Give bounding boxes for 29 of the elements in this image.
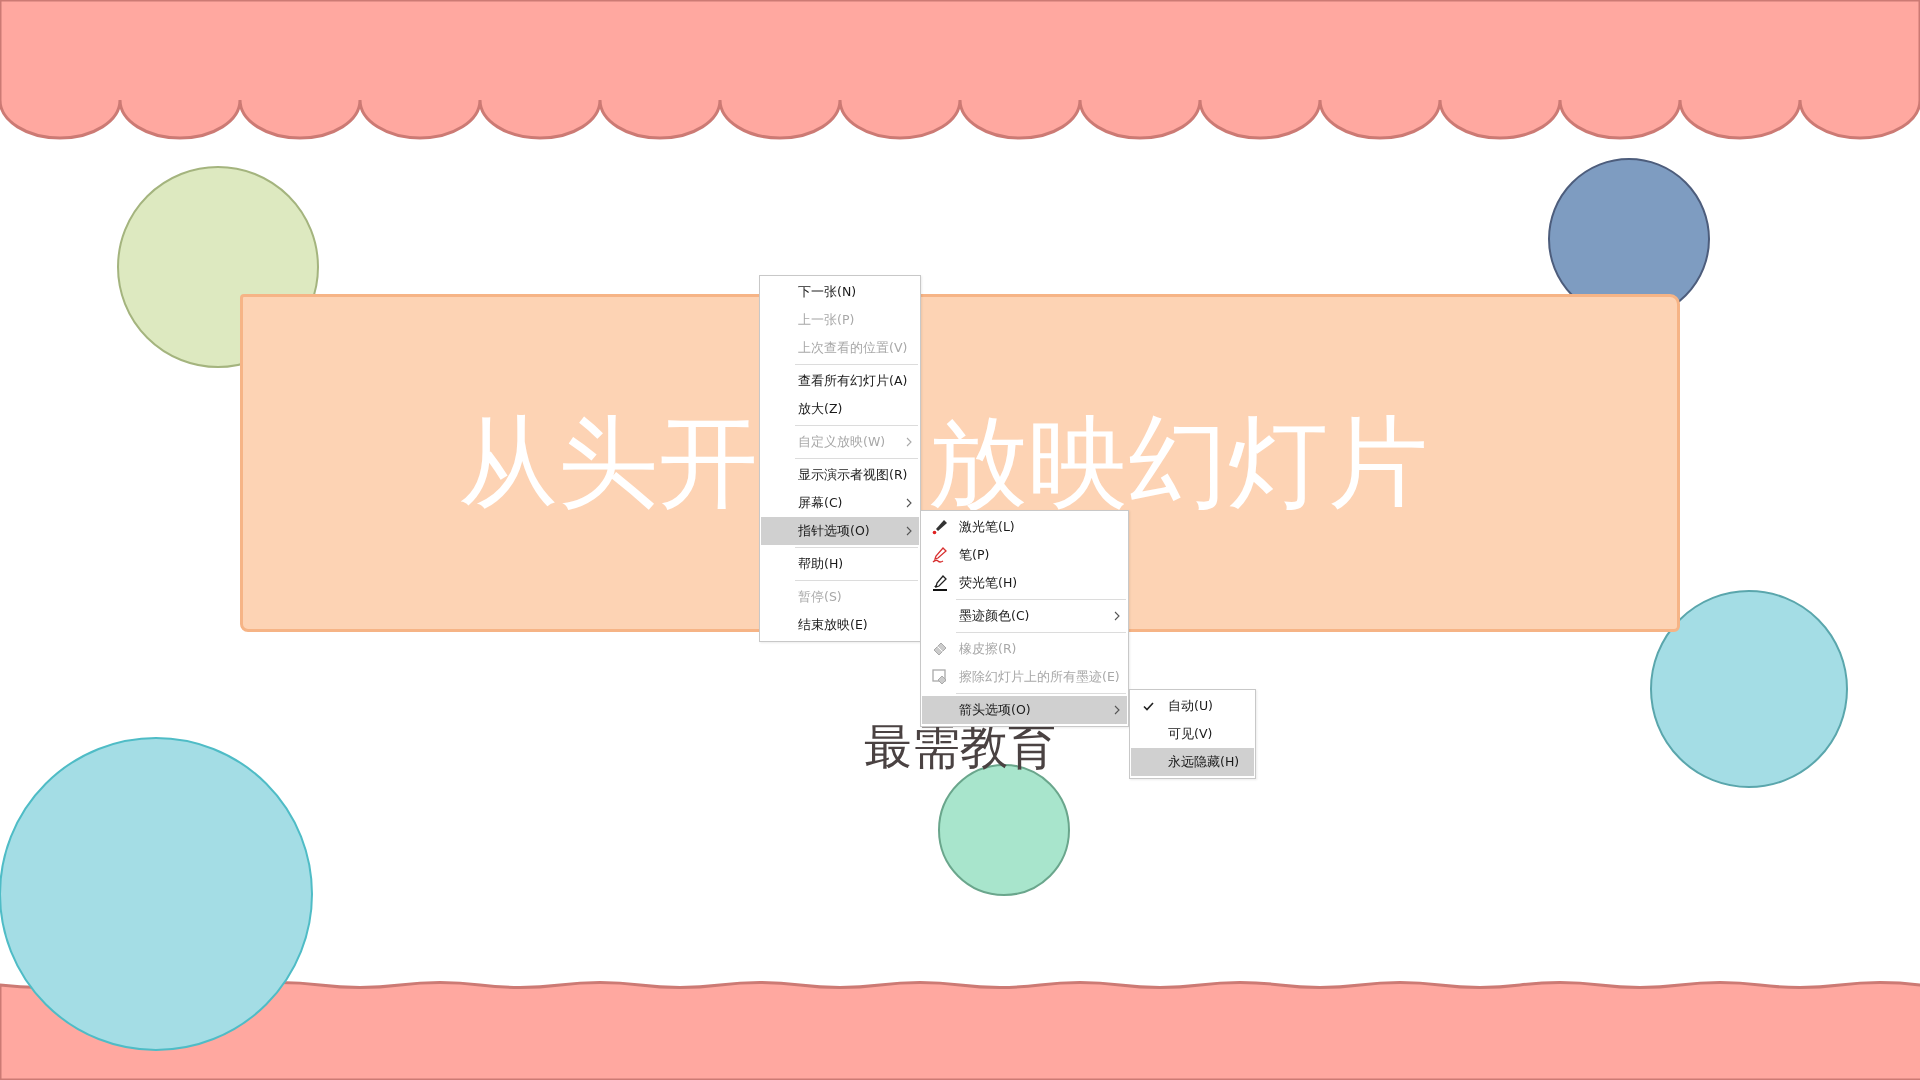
menu-item[interactable]: 屏幕(C) [761, 489, 919, 517]
pen-icon [932, 547, 948, 563]
chevron-right-icon [906, 498, 912, 508]
chevron-right-icon [906, 437, 912, 447]
check-icon [1143, 702, 1154, 711]
slide-title: 从头开 [458, 413, 758, 513]
highlighter-icon [932, 575, 948, 591]
menu-item[interactable]: 墨迹颜色(C) [922, 602, 1127, 630]
chevron-right-icon [1114, 611, 1120, 621]
menu-item[interactable]: 查看所有幻灯片(A) [761, 367, 919, 395]
chevron-right-icon [906, 526, 912, 536]
menu-item[interactable]: 指针选项(O) [761, 517, 919, 545]
erase-ink-icon [932, 669, 948, 685]
menu-item[interactable]: 显示演示者视图(R) [761, 461, 919, 489]
eraser-icon [932, 641, 948, 657]
slide-title: 放映幻灯片 [928, 413, 1428, 513]
menu-item[interactable]: 帮助(H) [761, 550, 919, 578]
menu-item[interactable]: 自动(U) [1131, 692, 1254, 720]
menu-item[interactable]: 激光笔(L) [922, 513, 1127, 541]
menu-item[interactable]: 下一张(N) [761, 278, 919, 306]
menu-item[interactable]: 放大(Z) [761, 395, 919, 423]
menu-item[interactable]: 荧光笔(H) [922, 569, 1127, 597]
menu-item[interactable]: 永远隐藏(H) [1131, 748, 1254, 776]
menu-item[interactable]: 结束放映(E) [761, 611, 919, 639]
menu-item[interactable]: 箭头选项(O) [922, 696, 1127, 724]
menu-item[interactable]: 笔(P) [922, 541, 1127, 569]
menu-item[interactable]: 可见(V) [1131, 720, 1254, 748]
chevron-right-icon [1114, 705, 1120, 715]
laser-pointer-icon [932, 519, 948, 535]
